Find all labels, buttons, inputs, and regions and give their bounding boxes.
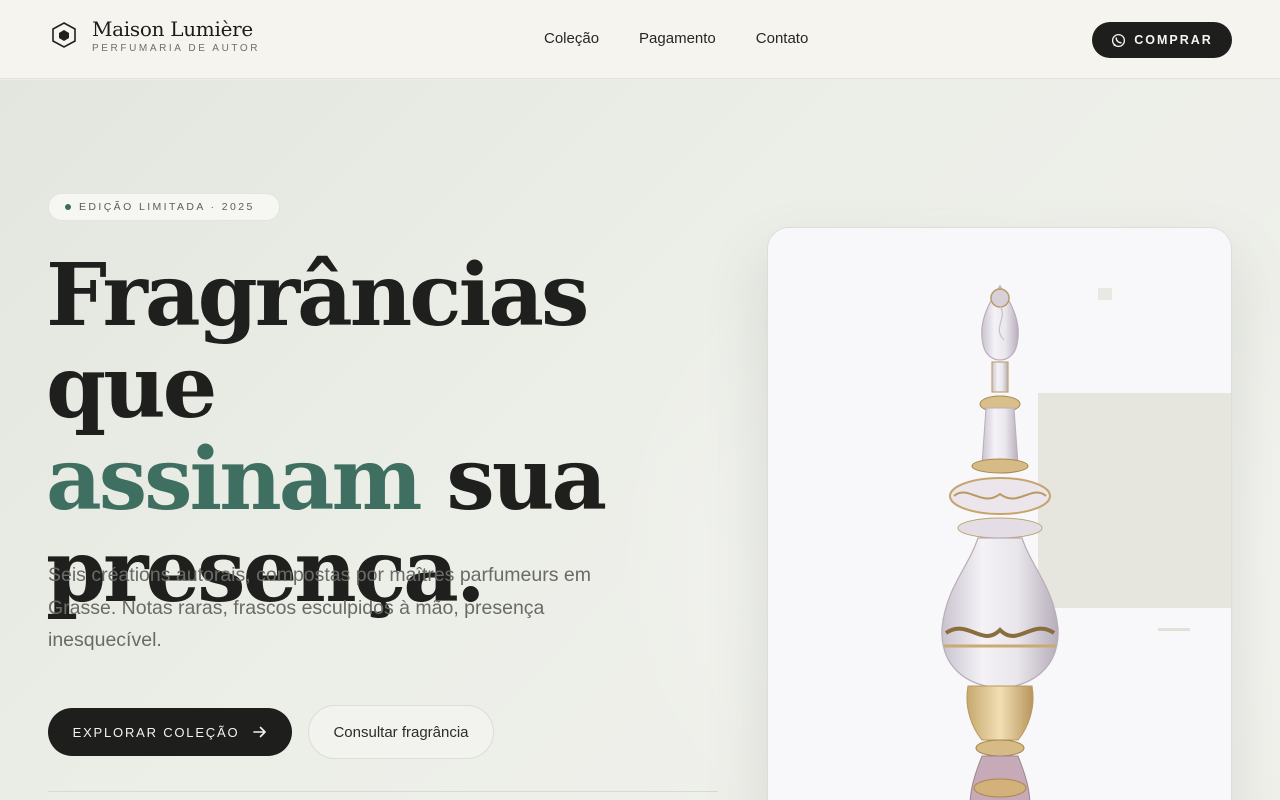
nav-item-colecao[interactable]: Coleção xyxy=(544,30,599,48)
consult-fragrance-label: Consultar fragrância xyxy=(333,723,469,741)
explore-collection-button[interactable]: EXPLORAR COLEÇÃO xyxy=(48,708,292,756)
main-nav: Coleção Pagamento Contato xyxy=(544,30,848,48)
hero-divider xyxy=(48,791,718,792)
brand[interactable]: Maison Lumière PERFUMARIA DE AUTOR xyxy=(48,16,260,54)
headline-line2-rest: sua xyxy=(419,429,607,530)
brand-tagline: PERFUMARIA DE AUTOR xyxy=(92,43,261,54)
hero-lead: Seis créations autorais, compostas por m… xyxy=(48,564,591,651)
site-header: Maison Lumière PERFUMARIA DE AUTOR Coleç… xyxy=(0,0,1280,79)
nav-item-pagamento[interactable]: Pagamento xyxy=(639,30,716,48)
headline-accent: assinam xyxy=(46,429,422,530)
product-image-card xyxy=(767,227,1232,800)
buy-label: COMPRAR xyxy=(1134,33,1213,47)
nav-item-contato[interactable]: Contato xyxy=(756,30,809,48)
consult-fragrance-button[interactable]: Consultar fragrância xyxy=(308,705,494,759)
badge-label: EDIÇÃO LIMITADA · 2025 xyxy=(79,201,255,213)
arrow-right-icon xyxy=(253,726,267,738)
perfume-bottle-image xyxy=(941,284,1231,800)
brand-name: Maison Lumière xyxy=(92,17,253,41)
badge-dot xyxy=(65,204,71,210)
whatsapp-icon xyxy=(1112,33,1126,47)
hexagon-logo-icon xyxy=(48,19,80,51)
buy-button[interactable]: COMPRAR xyxy=(1092,22,1232,58)
limited-edition-badge: EDIÇÃO LIMITADA · 2025 xyxy=(48,193,280,221)
headline-line1: Fragrâncias que xyxy=(46,245,589,438)
explore-collection-label: EXPLORAR COLEÇÃO xyxy=(72,724,240,740)
